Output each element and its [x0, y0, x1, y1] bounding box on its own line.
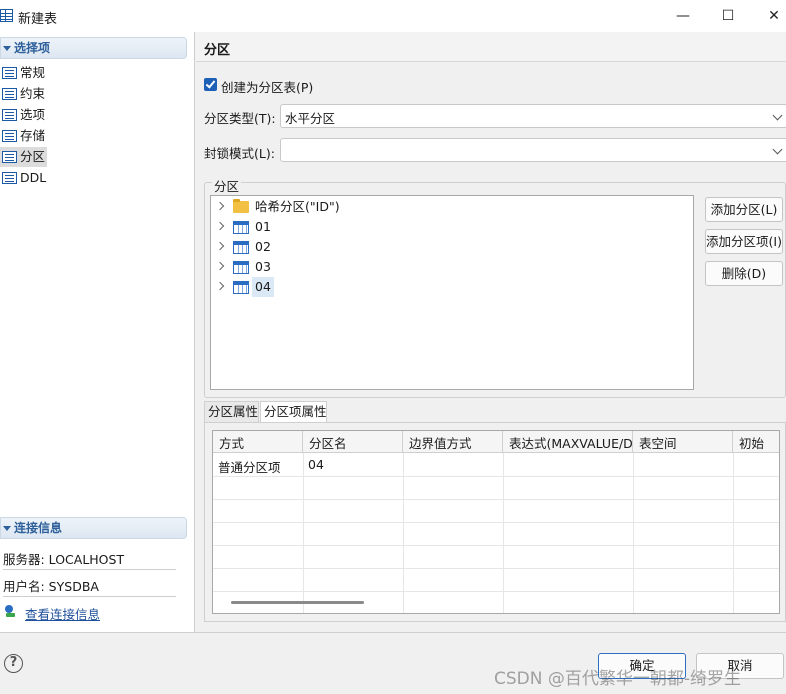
add-partition-item-button[interactable]: 添加分区项(I)	[705, 229, 783, 254]
grid-line	[213, 499, 779, 500]
column-header[interactable]: 表达式(MAXVALUE/DI	[503, 431, 633, 453]
sidebar-item-label: 常规	[20, 65, 46, 80]
create-partition-label[interactable]: 创建为分区表(P)	[221, 77, 313, 96]
dialog-footer: ? 确定 取消 CSDN @百代繁华一朝都-绮罗生	[0, 632, 786, 694]
connection-icon	[5, 605, 15, 617]
grid-line	[213, 522, 779, 523]
partition-group-label: 分区	[212, 176, 242, 195]
sidebar: 选择项 常规 约束 选项 存储 分区 DDL 连接信息 服务器: LOCALHO…	[0, 32, 195, 632]
maximize-button[interactable]: ☐	[705, 0, 751, 32]
tree-node-label: 02	[255, 239, 271, 254]
sidebar-item-constraints[interactable]: 约束	[0, 84, 45, 104]
sidebar-item-label: 选项	[20, 107, 46, 122]
create-partition-checkbox[interactable]	[204, 78, 217, 91]
chevron-right-icon[interactable]	[215, 241, 225, 251]
list-icon	[2, 172, 17, 184]
collapse-arrow-icon	[3, 526, 11, 531]
column-header[interactable]: 边界值方式	[403, 431, 503, 453]
tab-partition-item-properties[interactable]: 分区项属性	[260, 401, 327, 423]
section-title: 选择项	[14, 41, 51, 55]
table-icon	[233, 221, 249, 234]
partition-item-table[interactable]: 方式 分区名 边界值方式 表达式(MAXVALUE/DI 表空间 初始 普通分区…	[212, 430, 780, 614]
partition-type-value: 水平分区	[285, 111, 336, 126]
delete-button[interactable]: 删除(D)	[705, 261, 783, 286]
grid-line	[213, 476, 779, 477]
grid-line	[213, 568, 779, 569]
sidebar-item-ddl[interactable]: DDL	[0, 168, 46, 188]
page-title: 分区	[196, 32, 786, 62]
minimize-button[interactable]: —	[660, 0, 706, 32]
list-icon	[2, 88, 17, 100]
user-info: 用户名: SYSDBA	[3, 579, 99, 594]
divider	[3, 596, 176, 597]
grid-line	[213, 545, 779, 546]
sidebar-item-storage[interactable]: 存储	[0, 126, 45, 146]
list-icon	[2, 151, 17, 163]
help-icon[interactable]: ?	[4, 654, 23, 673]
grid-line	[633, 453, 634, 613]
table-cell-partition-name[interactable]: 04	[308, 457, 324, 472]
title-bar: 新建表 — ☐ ✕	[0, 0, 786, 32]
chevron-right-icon[interactable]	[215, 201, 225, 211]
connection-section-header[interactable]: 连接信息	[0, 517, 187, 539]
chevron-down-icon	[772, 144, 783, 155]
column-header[interactable]: 初始	[733, 431, 779, 453]
section-title: 连接信息	[14, 521, 63, 535]
partition-type-label: 分区类型(T):	[204, 111, 276, 126]
tab-partition-properties[interactable]: 分区属性	[204, 401, 259, 423]
lock-mode-select[interactable]	[280, 138, 786, 162]
chevron-down-icon	[772, 110, 783, 121]
column-header[interactable]: 方式	[213, 431, 303, 453]
table-icon	[233, 281, 249, 294]
chevron-right-icon[interactable]	[215, 261, 225, 271]
sidebar-item-partition[interactable]: 分区	[0, 147, 47, 167]
sidebar-item-label: 约束	[20, 86, 46, 101]
column-header[interactable]: 分区名	[303, 431, 403, 453]
sidebar-item-general[interactable]: 常规	[0, 63, 45, 83]
add-partition-button[interactable]: 添加分区(L)	[705, 197, 783, 222]
tree-node-label: 01	[255, 219, 271, 234]
window-title: 新建表	[18, 12, 58, 27]
grid-line	[303, 453, 304, 613]
server-info: 服务器: LOCALHOST	[3, 552, 125, 567]
grid-line	[503, 453, 504, 613]
grid-line	[733, 453, 734, 613]
lock-mode-label: 封锁模式(L):	[204, 146, 275, 161]
list-icon	[2, 109, 17, 121]
partition-tree[interactable]: 哈希分区("ID") 01 02 03 04	[210, 195, 694, 390]
sidebar-item-label: 存储	[20, 128, 46, 143]
sidebar-item-label: DDL	[20, 170, 47, 185]
grid-line	[213, 591, 779, 592]
table-icon	[233, 261, 249, 274]
grid-line	[403, 453, 404, 613]
view-connection-link[interactable]: 查看连接信息	[25, 604, 100, 623]
table-app-icon	[0, 9, 13, 22]
chevron-right-icon[interactable]	[215, 281, 225, 291]
main-panel: 分区 创建为分区表(P) 分区类型(T): 水平分区 封锁模式(L): 分区 哈…	[196, 32, 786, 632]
table-icon	[233, 241, 249, 254]
list-icon	[2, 130, 17, 142]
column-header[interactable]: 表空间	[633, 431, 733, 453]
table-cell-method[interactable]: 普通分区项	[218, 457, 281, 476]
folder-icon	[233, 199, 249, 213]
tree-node-label: 04	[252, 277, 274, 297]
list-icon	[2, 67, 17, 79]
chevron-right-icon[interactable]	[215, 221, 225, 231]
tree-node-label: 哈希分区("ID")	[255, 199, 340, 214]
sidebar-item-label: 分区	[20, 149, 46, 164]
partition-type-select[interactable]: 水平分区	[280, 104, 786, 128]
collapse-arrow-icon	[3, 46, 11, 51]
tree-node-label: 03	[255, 259, 271, 274]
sidebar-item-options[interactable]: 选项	[0, 105, 45, 125]
horizontal-scrollbar[interactable]	[231, 601, 364, 604]
divider	[3, 569, 176, 570]
sidebar-section-header[interactable]: 选择项	[0, 37, 187, 59]
watermark: CSDN @百代繁华一朝都-绮罗生	[494, 669, 742, 689]
tab-panel: 方式 分区名 边界值方式 表达式(MAXVALUE/DI 表空间 初始 普通分区…	[204, 422, 786, 622]
close-button[interactable]: ✕	[751, 0, 786, 32]
